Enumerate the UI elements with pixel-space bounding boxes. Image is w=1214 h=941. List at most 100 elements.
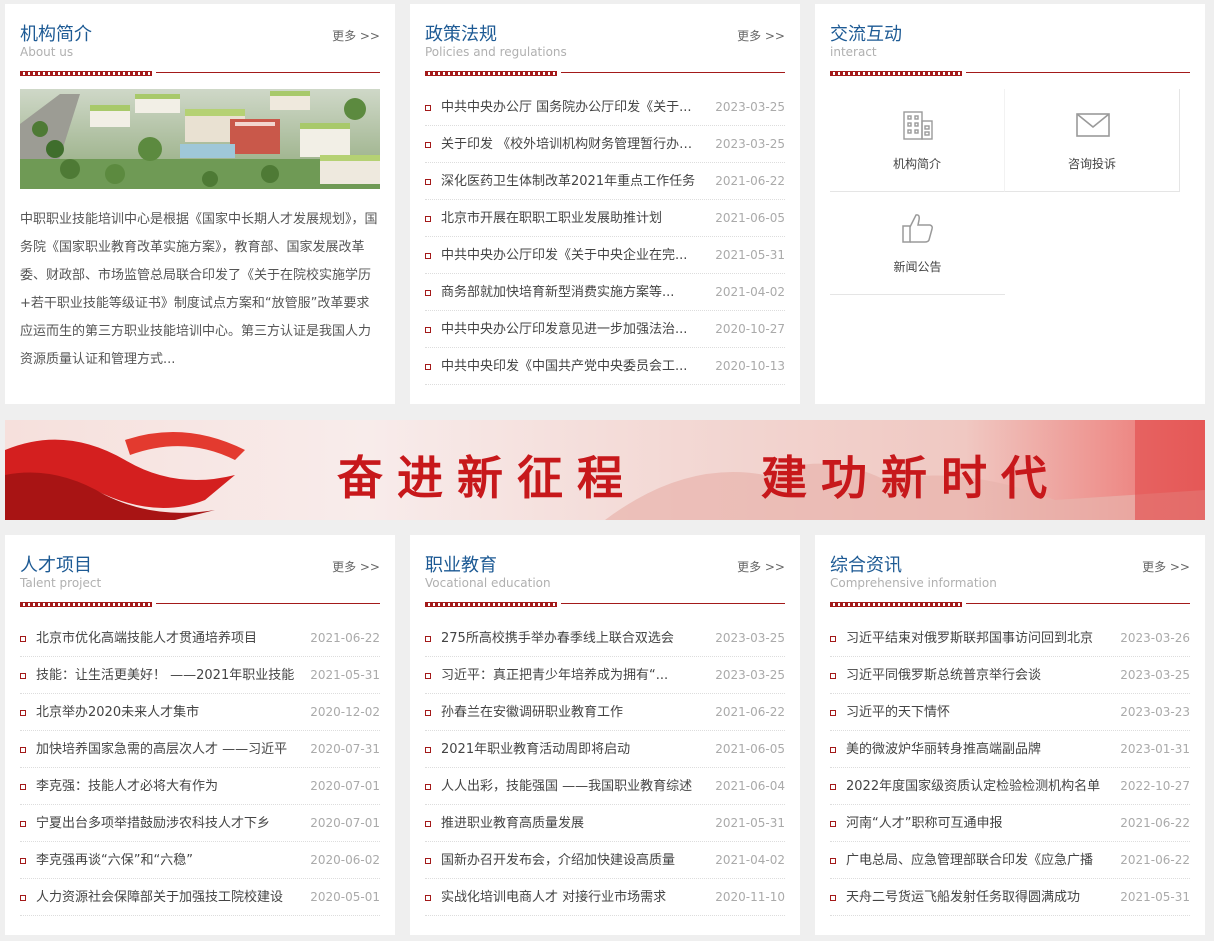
item-title[interactable]: 习近平同俄罗斯总统普京举行会谈	[846, 657, 1108, 694]
list-item[interactable]: 275所高校携手举办春季线上联合双选会 2023-03-25	[425, 620, 785, 657]
interact-label: 新闻公告	[893, 260, 942, 274]
item-date: 2021-06-04	[715, 779, 785, 793]
item-title[interactable]: 习近平结束对俄罗斯联邦国事访问回到北京	[846, 620, 1108, 657]
item-title[interactable]: 李克强再谈“六保”和“六稳”	[36, 842, 298, 879]
list-item[interactable]: 天舟二号货运飞船发射任务取得圆满成功 2021-05-31	[830, 879, 1190, 916]
interact-about-button[interactable]: 机构简介	[830, 89, 1005, 192]
panel-title: 综合资讯	[830, 555, 902, 576]
item-title[interactable]: 中共中央办公厅 国务院办公厅印发《关于...	[441, 89, 703, 126]
item-title[interactable]: 孙春兰在安徽调研职业教育工作	[441, 694, 703, 731]
more-link[interactable]: 更多 >>	[332, 558, 380, 575]
bullet-icon	[425, 710, 431, 716]
item-title[interactable]: 275所高校携手举办春季线上联合双选会	[441, 620, 703, 657]
item-date: 2023-03-25	[1120, 668, 1190, 682]
interact-news-button[interactable]: 新闻公告	[830, 192, 1005, 295]
list-item[interactable]: 2021年职业教育活动周即将启动 2021-06-05	[425, 731, 785, 768]
intro-text: 中职职业技能培训中心是根据《国家中长期人才发展规划》，国务院《国家职业教育改革实…	[20, 212, 378, 367]
list-item[interactable]: 孙春兰在安徽调研职业教育工作 2021-06-22	[425, 694, 785, 731]
item-date: 2020-07-31	[310, 742, 380, 756]
item-title[interactable]: 天舟二号货运飞船发射任务取得圆满成功	[846, 879, 1108, 916]
item-title[interactable]: 技能：让生活更美好！ ——2021年职业技能	[36, 657, 298, 694]
panel-subtitle: Policies and regulations	[425, 45, 567, 59]
more-link[interactable]: 更多 >>	[737, 558, 785, 575]
list-item[interactable]: 中共中央印发《中国共产党中央委员会工... 2020-10-13	[425, 348, 785, 385]
item-title[interactable]: 中共中央印发《中国共产党中央委员会工...	[441, 348, 703, 385]
panel-title: 人才项目	[20, 555, 92, 576]
list-item[interactable]: 技能：让生活更美好！ ——2021年职业技能 2021-05-31	[20, 657, 380, 694]
item-title[interactable]: 商务部就加快培育新型消费实施方案等...	[441, 274, 703, 311]
talent-panel: 人才项目 Talent project 更多 >> 北京市优化高端技能人才贯通培…	[5, 535, 395, 935]
item-title[interactable]: 习近平的天下情怀	[846, 694, 1108, 731]
decorative-divider	[830, 71, 1190, 76]
building-icon	[903, 111, 933, 140]
more-link[interactable]: 更多 >>	[332, 27, 380, 44]
item-title[interactable]: 2021年职业教育活动周即将启动	[441, 731, 703, 768]
item-title[interactable]: 人力资源社会保障部关于加强技工院校建设	[36, 879, 298, 916]
item-date: 2021-05-31	[715, 248, 785, 262]
item-title[interactable]: 中共中央办公厅印发意见进一步加强法治...	[441, 311, 703, 348]
bullet-icon	[20, 710, 26, 716]
item-title[interactable]: 河南“人才”职称可互通申报	[846, 805, 1108, 842]
list-item[interactable]: 习近平的天下情怀 2023-03-23	[830, 694, 1190, 731]
list-item[interactable]: 中共中央办公厅 国务院办公厅印发《关于... 2023-03-25	[425, 89, 785, 126]
list-item[interactable]: 广电总局、应急管理部联合印发《应急广播 2021-06-22	[830, 842, 1190, 879]
list-item[interactable]: 关于印发 《校外培训机构财务管理暂行办法》 2023-03-25	[425, 126, 785, 163]
item-title[interactable]: 习近平：真正把青少年培养成为拥有“...	[441, 657, 703, 694]
bullet-icon	[425, 290, 431, 296]
list-item[interactable]: 中共中央办公厅印发《关于中央企业在完... 2021-05-31	[425, 237, 785, 274]
interact-label: 机构简介	[892, 157, 941, 171]
more-link[interactable]: 更多 >>	[737, 27, 785, 44]
list-item[interactable]: 河南“人才”职称可互通申报 2021-06-22	[830, 805, 1190, 842]
decorative-divider	[830, 602, 1190, 607]
interact-panel: 交流互动 interact 机构简介 咨询投诉 新闻公告	[815, 4, 1205, 404]
item-title[interactable]: 美的微波炉华丽转身推高端副品牌	[846, 731, 1108, 768]
list-item[interactable]: 人人出彩，技能强国 ——我国职业教育综述 2021-06-04	[425, 768, 785, 805]
item-title[interactable]: 加快培养国家急需的高层次人才 ——习近平	[36, 731, 298, 768]
item-title[interactable]: 北京市开展在职职工职业发展助推计划	[441, 200, 703, 237]
item-title[interactable]: 北京举办2020未来人才集市	[36, 694, 298, 731]
bullet-icon	[425, 673, 431, 679]
list-item[interactable]: 人力资源社会保障部关于加强技工院校建设 2020-05-01	[20, 879, 380, 916]
panel-subtitle: Comprehensive information	[830, 576, 997, 590]
bullet-icon	[425, 179, 431, 185]
item-title[interactable]: 人人出彩，技能强国 ——我国职业教育综述	[441, 768, 703, 805]
bullet-icon	[830, 710, 836, 716]
list-item[interactable]: 2022年度国家级资质认定检验检测机构名单 2022-10-27	[830, 768, 1190, 805]
panel-header: 人才项目 Talent project 更多 >>	[20, 535, 380, 607]
interact-label: 咨询投诉	[1067, 157, 1116, 171]
list-item[interactable]: 国新办召开发布会，介绍加快建设高质量 2021-04-02	[425, 842, 785, 879]
list-item[interactable]: 深化医药卫生体制改革2021年重点工作任务 2021-06-22	[425, 163, 785, 200]
list-item[interactable]: 美的微波炉华丽转身推高端副品牌 2023-01-31	[830, 731, 1190, 768]
item-title[interactable]: 李克强：技能人才必将大有作为	[36, 768, 298, 805]
list-item[interactable]: 习近平：真正把青少年培养成为拥有“... 2023-03-25	[425, 657, 785, 694]
panel-title: 交流互动	[830, 24, 902, 45]
item-title[interactable]: 关于印发 《校外培训机构财务管理暂行办法》	[441, 126, 703, 163]
item-title[interactable]: 广电总局、应急管理部联合印发《应急广播	[846, 842, 1108, 879]
item-date: 2021-06-22	[1120, 853, 1190, 867]
list-item[interactable]: 中共中央办公厅印发意见进一步加强法治... 2020-10-27	[425, 311, 785, 348]
item-title[interactable]: 推进职业教育高质量发展	[441, 805, 703, 842]
list-item[interactable]: 北京市开展在职职工职业发展助推计划 2021-06-05	[425, 200, 785, 237]
item-title[interactable]: 中共中央办公厅印发《关于中央企业在完...	[441, 237, 703, 274]
item-title[interactable]: 2022年度国家级资质认定检验检测机构名单	[846, 768, 1108, 805]
more-link[interactable]: 更多 >>	[1142, 558, 1190, 575]
list-item[interactable]: 宁夏出台多项举措鼓励涉农科技人才下乡 2020-07-01	[20, 805, 380, 842]
item-title[interactable]: 实战化培训电商人才 对接行业市场需求	[441, 879, 703, 916]
list-item[interactable]: 实战化培训电商人才 对接行业市场需求 2020-11-10	[425, 879, 785, 916]
list-item[interactable]: 北京市优化高端技能人才贯通培养项目 2021-06-22	[20, 620, 380, 657]
list-item[interactable]: 加快培养国家急需的高层次人才 ——习近平 2020-07-31	[20, 731, 380, 768]
list-item[interactable]: 商务部就加快培育新型消费实施方案等... 2021-04-02	[425, 274, 785, 311]
interact-consult-button[interactable]: 咨询投诉	[1005, 89, 1180, 192]
item-title[interactable]: 国新办召开发布会，介绍加快建设高质量	[441, 842, 703, 879]
list-item[interactable]: 推进职业教育高质量发展 2021-05-31	[425, 805, 785, 842]
item-title[interactable]: 北京市优化高端技能人才贯通培养项目	[36, 620, 298, 657]
list-item[interactable]: 北京举办2020未来人才集市 2020-12-02	[20, 694, 380, 731]
slogan-banner[interactable]: 奋进新征程 建功新时代	[5, 420, 1205, 520]
list-item[interactable]: 李克强：技能人才必将大有作为 2020-07-01	[20, 768, 380, 805]
list-item[interactable]: 习近平结束对俄罗斯联邦国事访问回到北京 2023-03-26	[830, 620, 1190, 657]
list-item[interactable]: 习近平同俄罗斯总统普京举行会谈 2023-03-25	[830, 657, 1190, 694]
item-title[interactable]: 深化医药卫生体制改革2021年重点工作任务	[441, 163, 703, 200]
item-title[interactable]: 宁夏出台多项举措鼓励涉农科技人才下乡	[36, 805, 298, 842]
item-date: 2021-06-05	[715, 742, 785, 756]
list-item[interactable]: 李克强再谈“六保”和“六稳” 2020-06-02	[20, 842, 380, 879]
